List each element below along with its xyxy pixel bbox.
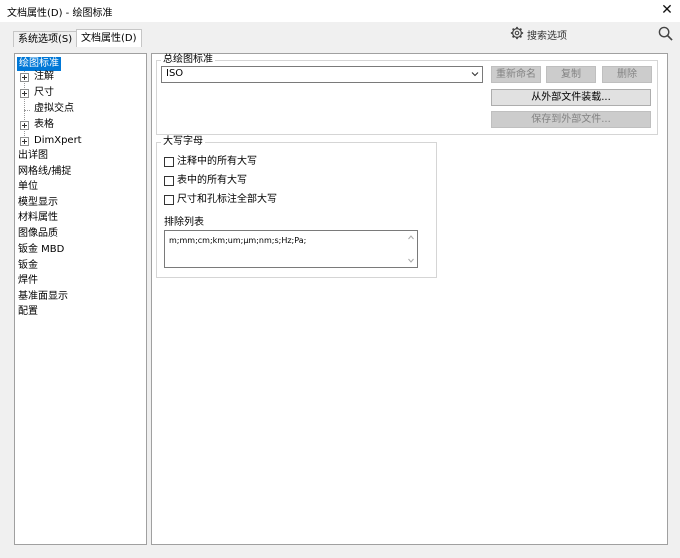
close-button[interactable]: ✕: [658, 0, 676, 20]
exclusion-list-value: m;mm;cm;km;um;μm;nm;s;Hz;Pa;: [169, 236, 307, 245]
caps-notes-label: 注释中的所有大写: [177, 156, 257, 167]
tree-item-image-quality[interactable]: 图像品质: [18, 227, 58, 241]
chevron-down-icon: [471, 72, 479, 77]
tree-item-model-display[interactable]: 模型显示: [18, 196, 58, 210]
expand-icon[interactable]: [20, 137, 29, 146]
drafting-standard-title: 总绘图标准: [161, 54, 215, 66]
exclusion-list-input[interactable]: m;mm;cm;km;um;μm;nm;s;Hz;Pa;: [164, 230, 418, 268]
title-bar: 文档属性(D) - 绘图标准 ✕: [0, 0, 680, 22]
caps-dimensions-label: 尺寸和孔标注全部大写: [177, 194, 277, 205]
search-input[interactable]: 搜索选项: [527, 27, 567, 42]
tree-item-drawing-standard[interactable]: 绘图标准: [17, 57, 61, 71]
scroll-down-icon[interactable]: [408, 258, 414, 263]
caps-tables-label: 表中的所有大写: [177, 175, 247, 186]
standard-dropdown-value: ISO: [166, 68, 184, 79]
search-icon[interactable]: [658, 26, 673, 41]
load-from-file-button[interactable]: 从外部文件装载...: [491, 89, 651, 106]
exclusion-list-label: 排除列表: [164, 217, 204, 228]
expand-icon[interactable]: [20, 73, 29, 82]
options-tree[interactable]: 绘图标准 注解 尺寸 虚拟交点 表格 DimXpert 出详图 网格线/捕捉 单…: [14, 53, 147, 545]
checkbox[interactable]: [164, 157, 174, 167]
settings-panel: 总绘图标准 ISO 重新命名 复制 删除 从外部文件装载... 保存到外部文件.…: [151, 53, 668, 545]
tree-item-sheet-metal-mbd[interactable]: 钣金 MBD: [18, 243, 64, 257]
tree-item-dimensions[interactable]: 尺寸: [34, 86, 54, 100]
tree-item-units[interactable]: 单位: [18, 180, 38, 194]
tree-item-detailing[interactable]: 出详图: [18, 149, 48, 163]
uppercase-title: 大写字母: [161, 136, 205, 148]
checkbox[interactable]: [164, 176, 174, 186]
checkbox[interactable]: [164, 195, 174, 205]
save-to-file-button[interactable]: 保存到外部文件...: [491, 111, 651, 128]
scroll-up-icon[interactable]: [408, 235, 414, 240]
tab-system-options[interactable]: 系统选项(S): [13, 31, 78, 47]
expand-icon[interactable]: [20, 89, 29, 98]
tree-item-plane-display[interactable]: 基准面显示: [18, 290, 68, 304]
tree-item-weldments[interactable]: 焊件: [18, 274, 38, 288]
copy-button[interactable]: 复制: [546, 66, 596, 83]
tree-item-sheet-metal[interactable]: 钣金: [18, 259, 38, 273]
tree-item-dimxpert[interactable]: DimXpert: [34, 134, 82, 148]
expand-icon[interactable]: [20, 121, 29, 130]
tree-item-material-properties[interactable]: 材料属性: [18, 211, 58, 225]
tree-item-configurations[interactable]: 配置: [18, 305, 38, 319]
rename-button[interactable]: 重新命名: [491, 66, 541, 83]
tab-document-properties[interactable]: 文档属性(D): [76, 29, 142, 47]
gear-icon[interactable]: [510, 26, 524, 40]
vertical-scrollbar[interactable]: [405, 231, 417, 267]
standard-dropdown[interactable]: ISO: [161, 66, 483, 83]
delete-button[interactable]: 删除: [602, 66, 652, 83]
tree-item-annotations[interactable]: 注解: [34, 70, 54, 84]
tree-item-grid-snap[interactable]: 网格线/捕捉: [18, 165, 71, 179]
tree-item-virtual-sharps[interactable]: 虚拟交点: [34, 102, 74, 116]
search-box[interactable]: 搜索选项: [507, 24, 675, 44]
tree-line: [24, 110, 30, 111]
tree-item-tables[interactable]: 表格: [34, 118, 54, 132]
window-title: 文档属性(D) - 绘图标准: [7, 8, 113, 19]
